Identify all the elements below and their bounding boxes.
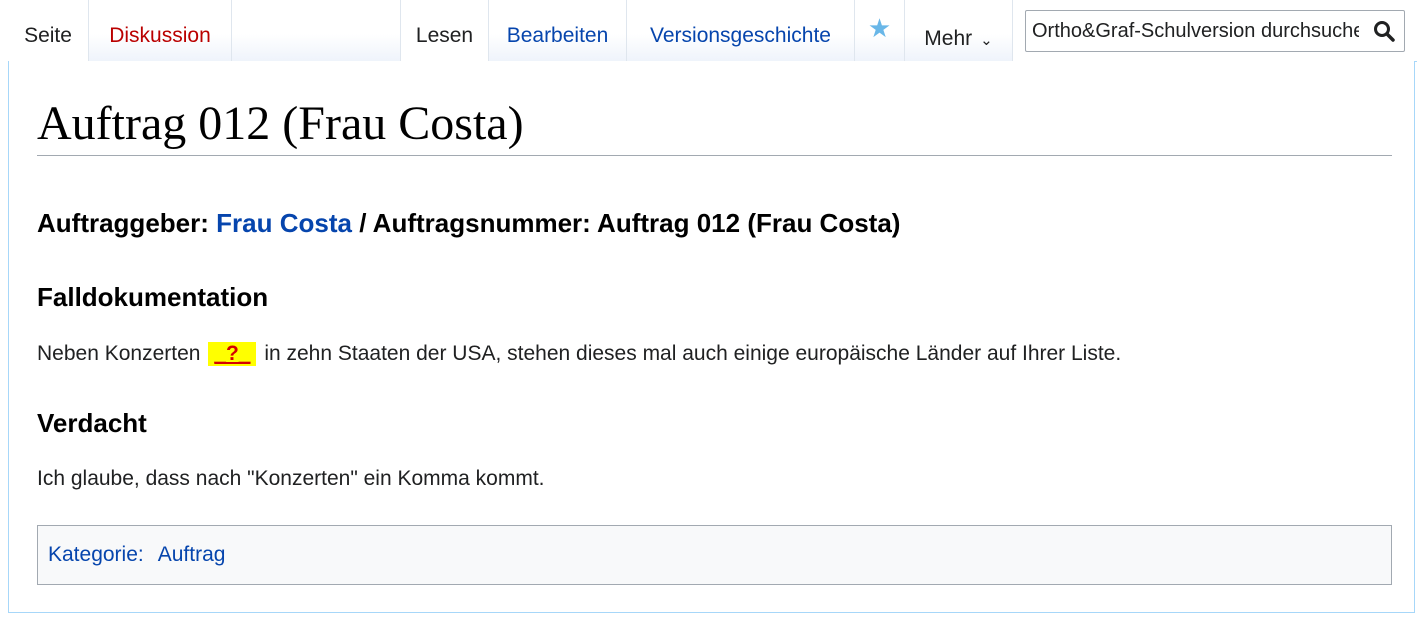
client-link[interactable]: Frau Costa <box>216 208 352 238</box>
tab-edit-label: Bearbeiten <box>506 24 609 47</box>
documentation-text-before: Neben Konzerten <box>37 342 201 365</box>
suspicion-text: Ich glaube, dass nach "Konzerten" ein Ko… <box>37 467 545 490</box>
search-input[interactable] <box>1026 12 1361 50</box>
category-label[interactable]: Kategorie: <box>48 543 144 567</box>
more-menu-button[interactable]: Mehr ⌄ <box>905 0 1013 62</box>
tab-page[interactable]: Seite <box>8 0 89 62</box>
tab-bar: Seite Diskussion Lesen Bearbeiten Versio… <box>0 0 1417 62</box>
tab-discussion-label: Diskussion <box>109 24 211 47</box>
tab-history-label: Versionsgeschichte <box>650 24 831 47</box>
more-menu-label: Mehr ⌄ <box>924 11 992 51</box>
client-label: Auftraggeber: <box>37 208 209 238</box>
tab-read-label: Lesen <box>415 24 474 47</box>
title-divider <box>37 155 1392 156</box>
tab-history[interactable]: Versionsgeschichte <box>627 0 855 62</box>
watch-star-button[interactable]: ★ <box>855 0 905 62</box>
documentation-text-after: in zehn Staaten der USA, stehen dieses m… <box>264 342 1122 365</box>
suspicion-heading: Verdacht <box>37 408 147 438</box>
category-link-auftrag[interactable]: Auftrag <box>158 543 226 567</box>
tab-edit[interactable]: Bearbeiten <box>489 0 627 62</box>
category-box: Kategorie: Auftrag <box>37 525 1392 585</box>
search-box <box>1025 10 1405 52</box>
tab-page-label: Seite <box>24 24 72 47</box>
tab-spacer <box>232 0 400 62</box>
tab-discussion[interactable]: Diskussion <box>89 0 232 62</box>
documentation-heading: Falldokumentation <box>37 282 269 312</box>
star-icon: ★ <box>867 12 892 43</box>
more-label: Mehr <box>924 27 973 50</box>
page-title: Auftrag 012 (Frau Costa) <box>37 97 524 150</box>
chevron-down-icon: ⌄ <box>980 32 993 49</box>
documentation-text: Neben Konzerten _?_ in zehn Staaten der … <box>37 342 1121 366</box>
search-icon[interactable] <box>1372 19 1396 43</box>
blank-marker[interactable]: _?_ <box>208 342 257 366</box>
order-number: / Auftragsnummer: Auftrag 012 (Frau Cost… <box>359 208 901 238</box>
tab-read[interactable]: Lesen <box>400 0 489 62</box>
order-info: Auftraggeber: Frau Costa / Auftragsnumme… <box>37 208 900 239</box>
